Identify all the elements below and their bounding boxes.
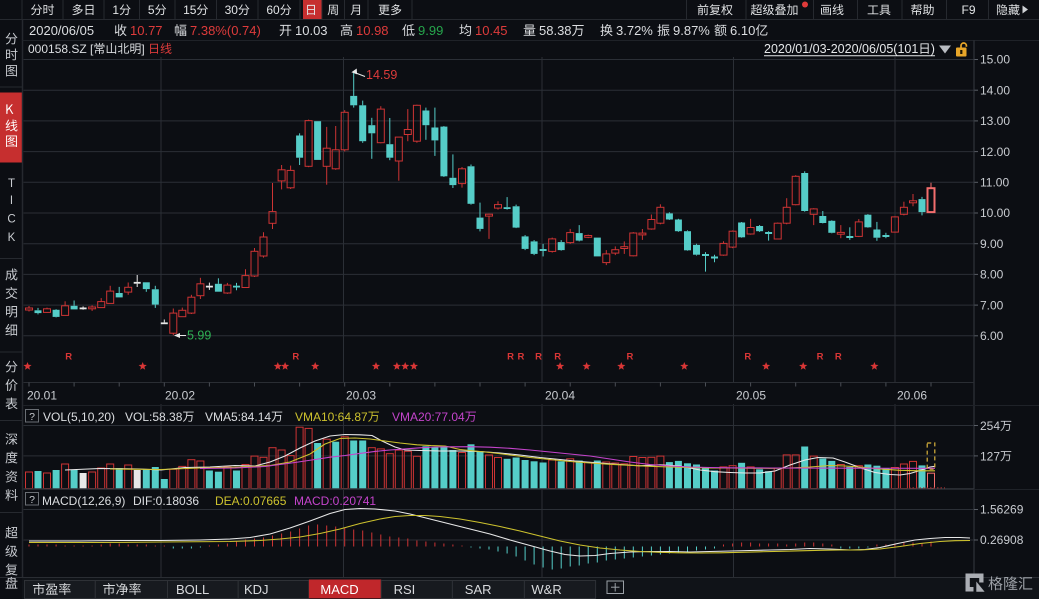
svg-text:10.45: 10.45	[475, 23, 508, 38]
svg-text:58.38: 58.38	[539, 23, 572, 38]
svg-text:?: ?	[29, 494, 35, 506]
svg-text:5: 5	[148, 3, 155, 17]
svg-text:C: C	[7, 214, 15, 226]
svg-text:3.72%: 3.72%	[616, 23, 653, 38]
svg-text:R: R	[65, 352, 72, 363]
svg-text:R: R	[517, 352, 524, 363]
svg-text:MACD(12,26,9): MACD(12,26,9)	[42, 494, 125, 508]
svg-text:R: R	[835, 352, 842, 363]
svg-text:6.00: 6.00	[980, 329, 1004, 343]
svg-text:I: I	[10, 195, 13, 207]
svg-text:20.04: 20.04	[545, 389, 575, 403]
svg-text:R: R	[744, 352, 751, 363]
svg-text:60: 60	[266, 3, 280, 17]
svg-text:15.00: 15.00	[980, 53, 1010, 67]
svg-text:R: R	[507, 352, 514, 363]
svg-text:W&R: W&R	[531, 582, 561, 597]
svg-text:VMA20:77.04: VMA20:77.04	[392, 410, 465, 424]
svg-text:BOLL: BOLL	[176, 582, 209, 597]
svg-text:9.87%: 9.87%	[673, 23, 710, 38]
svg-text:254: 254	[980, 419, 1000, 433]
svg-text:T: T	[8, 178, 15, 190]
svg-text:13.00: 13.00	[980, 114, 1010, 128]
svg-text:VOL(5,10,20): VOL(5,10,20)	[43, 410, 115, 424]
svg-text:DEA:0.07665: DEA:0.07665	[215, 494, 287, 508]
svg-text:11.00: 11.00	[980, 176, 1009, 190]
svg-text:MACD: MACD	[320, 582, 358, 597]
svg-text:12.00: 12.00	[980, 145, 1010, 159]
svg-text:20.02: 20.02	[165, 389, 195, 403]
svg-text:KDJ: KDJ	[244, 582, 269, 597]
svg-text:20.05: 20.05	[736, 389, 766, 403]
svg-text:R: R	[817, 352, 824, 363]
svg-text:RSI: RSI	[394, 582, 416, 597]
svg-text:15: 15	[183, 3, 197, 17]
svg-text:]: ]	[141, 42, 144, 56]
svg-text:R: R	[554, 352, 561, 363]
svg-text:R: R	[535, 352, 542, 363]
svg-text:127: 127	[980, 449, 1000, 463]
svg-text:000158.SZ: 000158.SZ	[28, 42, 87, 56]
svg-text:10.00: 10.00	[980, 206, 1010, 220]
svg-text:F9: F9	[962, 3, 976, 17]
svg-text:7.38%(0.74): 7.38%(0.74)	[190, 23, 261, 38]
svg-text:VOL:58.38: VOL:58.38	[125, 410, 183, 424]
svg-text:20.03: 20.03	[346, 389, 376, 403]
svg-text:5.99: 5.99	[187, 329, 211, 343]
svg-text:14.00: 14.00	[980, 83, 1010, 97]
svg-text:MACD:0.20741: MACD:0.20741	[294, 494, 376, 508]
svg-text:9.99: 9.99	[418, 23, 443, 38]
svg-text:SAR: SAR	[465, 582, 492, 597]
svg-text:1: 1	[112, 3, 119, 17]
svg-text:VMA5:84.14: VMA5:84.14	[205, 410, 271, 424]
svg-text:0.26908: 0.26908	[980, 533, 1024, 547]
svg-text:VMA10:64.87: VMA10:64.87	[295, 410, 368, 424]
svg-text:10.77: 10.77	[130, 23, 163, 38]
svg-text:10.03: 10.03	[295, 23, 328, 38]
svg-text:6.10: 6.10	[730, 23, 755, 38]
svg-text:20.01: 20.01	[27, 389, 57, 403]
svg-text:20.06: 20.06	[897, 389, 927, 403]
svg-text:DIF:0.18036: DIF:0.18036	[133, 494, 199, 508]
svg-text:2020/01/03-2020/06/05(101: 2020/01/03-2020/06/05(101	[764, 42, 918, 56]
svg-text:2020/06/05: 2020/06/05	[29, 23, 94, 38]
svg-text:R: R	[626, 352, 633, 363]
svg-text:1.56269: 1.56269	[980, 503, 1024, 517]
svg-text:K: K	[8, 232, 16, 244]
svg-text:10.98: 10.98	[356, 23, 389, 38]
svg-text:): )	[931, 42, 935, 56]
svg-text:9.00: 9.00	[980, 237, 1004, 251]
svg-text:7.00: 7.00	[980, 298, 1004, 312]
svg-text:R: R	[292, 352, 299, 363]
svg-text:?: ?	[29, 411, 35, 423]
svg-text:14.59: 14.59	[366, 68, 397, 82]
svg-text:30: 30	[225, 3, 239, 17]
svg-text:8.00: 8.00	[980, 268, 1004, 282]
